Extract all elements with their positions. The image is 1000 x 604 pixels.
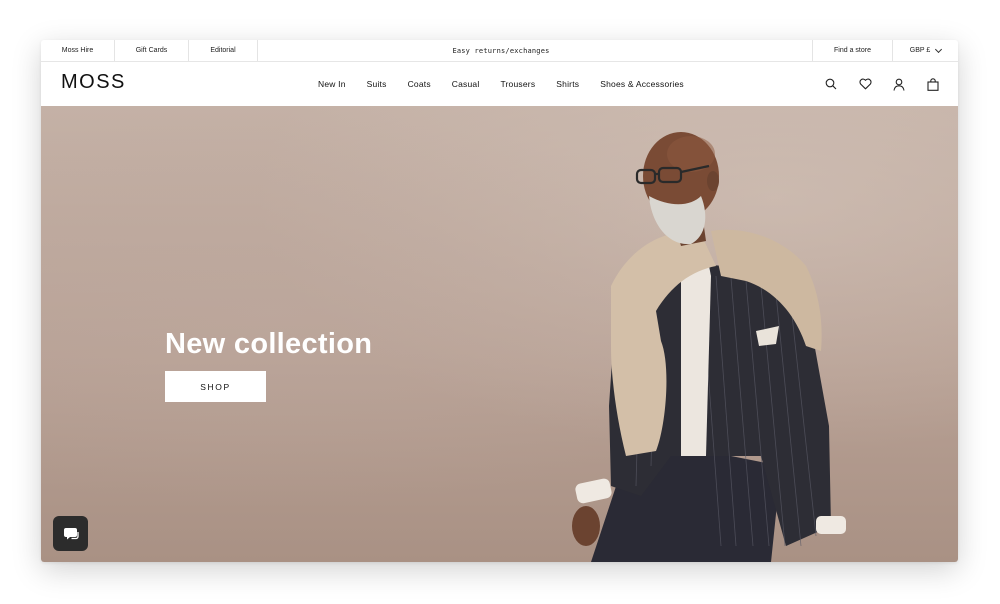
main-nav: New In Suits Coats Casual Trousers Shirt… [318, 62, 705, 106]
shop-button[interactable]: SHOP [165, 371, 266, 402]
bag-icon[interactable] [926, 77, 940, 91]
currency-selector[interactable]: GBP £ [893, 40, 958, 61]
utility-bar: Moss Hire Gift Cards Editorial Easy retu… [41, 40, 958, 62]
nav-suits[interactable]: Suits [367, 79, 387, 89]
moss-hire-label: Moss Hire [61, 47, 94, 54]
hero-title: New collection [165, 328, 373, 360]
search-icon[interactable] [824, 77, 838, 91]
chat-icon [63, 527, 79, 539]
header-icons [804, 62, 940, 106]
chat-button[interactable] [53, 516, 88, 551]
find-store-link[interactable]: Find a store [813, 40, 892, 61]
chevron-down-icon [935, 45, 943, 53]
gift-cards-link[interactable]: Gift Cards [115, 40, 188, 61]
currency-label: GBP £ [909, 47, 931, 54]
browser-page: Moss Hire Gift Cards Editorial Easy retu… [41, 40, 958, 562]
nav-coats[interactable]: Coats [408, 79, 431, 89]
divider [257, 40, 258, 61]
editorial-link[interactable]: Editorial [189, 40, 257, 61]
nav-trousers[interactable]: Trousers [500, 79, 535, 89]
nav-casual[interactable]: Casual [452, 79, 480, 89]
main-header: MOSS New In Suits Coats Casual Trousers … [41, 62, 958, 106]
editorial-label: Editorial [210, 47, 236, 54]
model-photo [572, 132, 846, 562]
logo[interactable]: MOSS [61, 71, 126, 94]
account-icon[interactable] [892, 77, 906, 91]
promo-text: Easy returns/exchanges [452, 46, 550, 55]
find-store-label: Find a store [834, 47, 871, 54]
nav-new-in[interactable]: New In [318, 79, 346, 89]
hero-banner: New collection SHOP [41, 106, 958, 562]
moss-hire-link[interactable]: Moss Hire [41, 40, 114, 61]
nav-shirts[interactable]: Shirts [556, 79, 579, 89]
heart-icon[interactable] [858, 77, 872, 91]
gift-cards-label: Gift Cards [135, 47, 168, 54]
nav-shoes-accessories[interactable]: Shoes & Accessories [600, 79, 684, 89]
